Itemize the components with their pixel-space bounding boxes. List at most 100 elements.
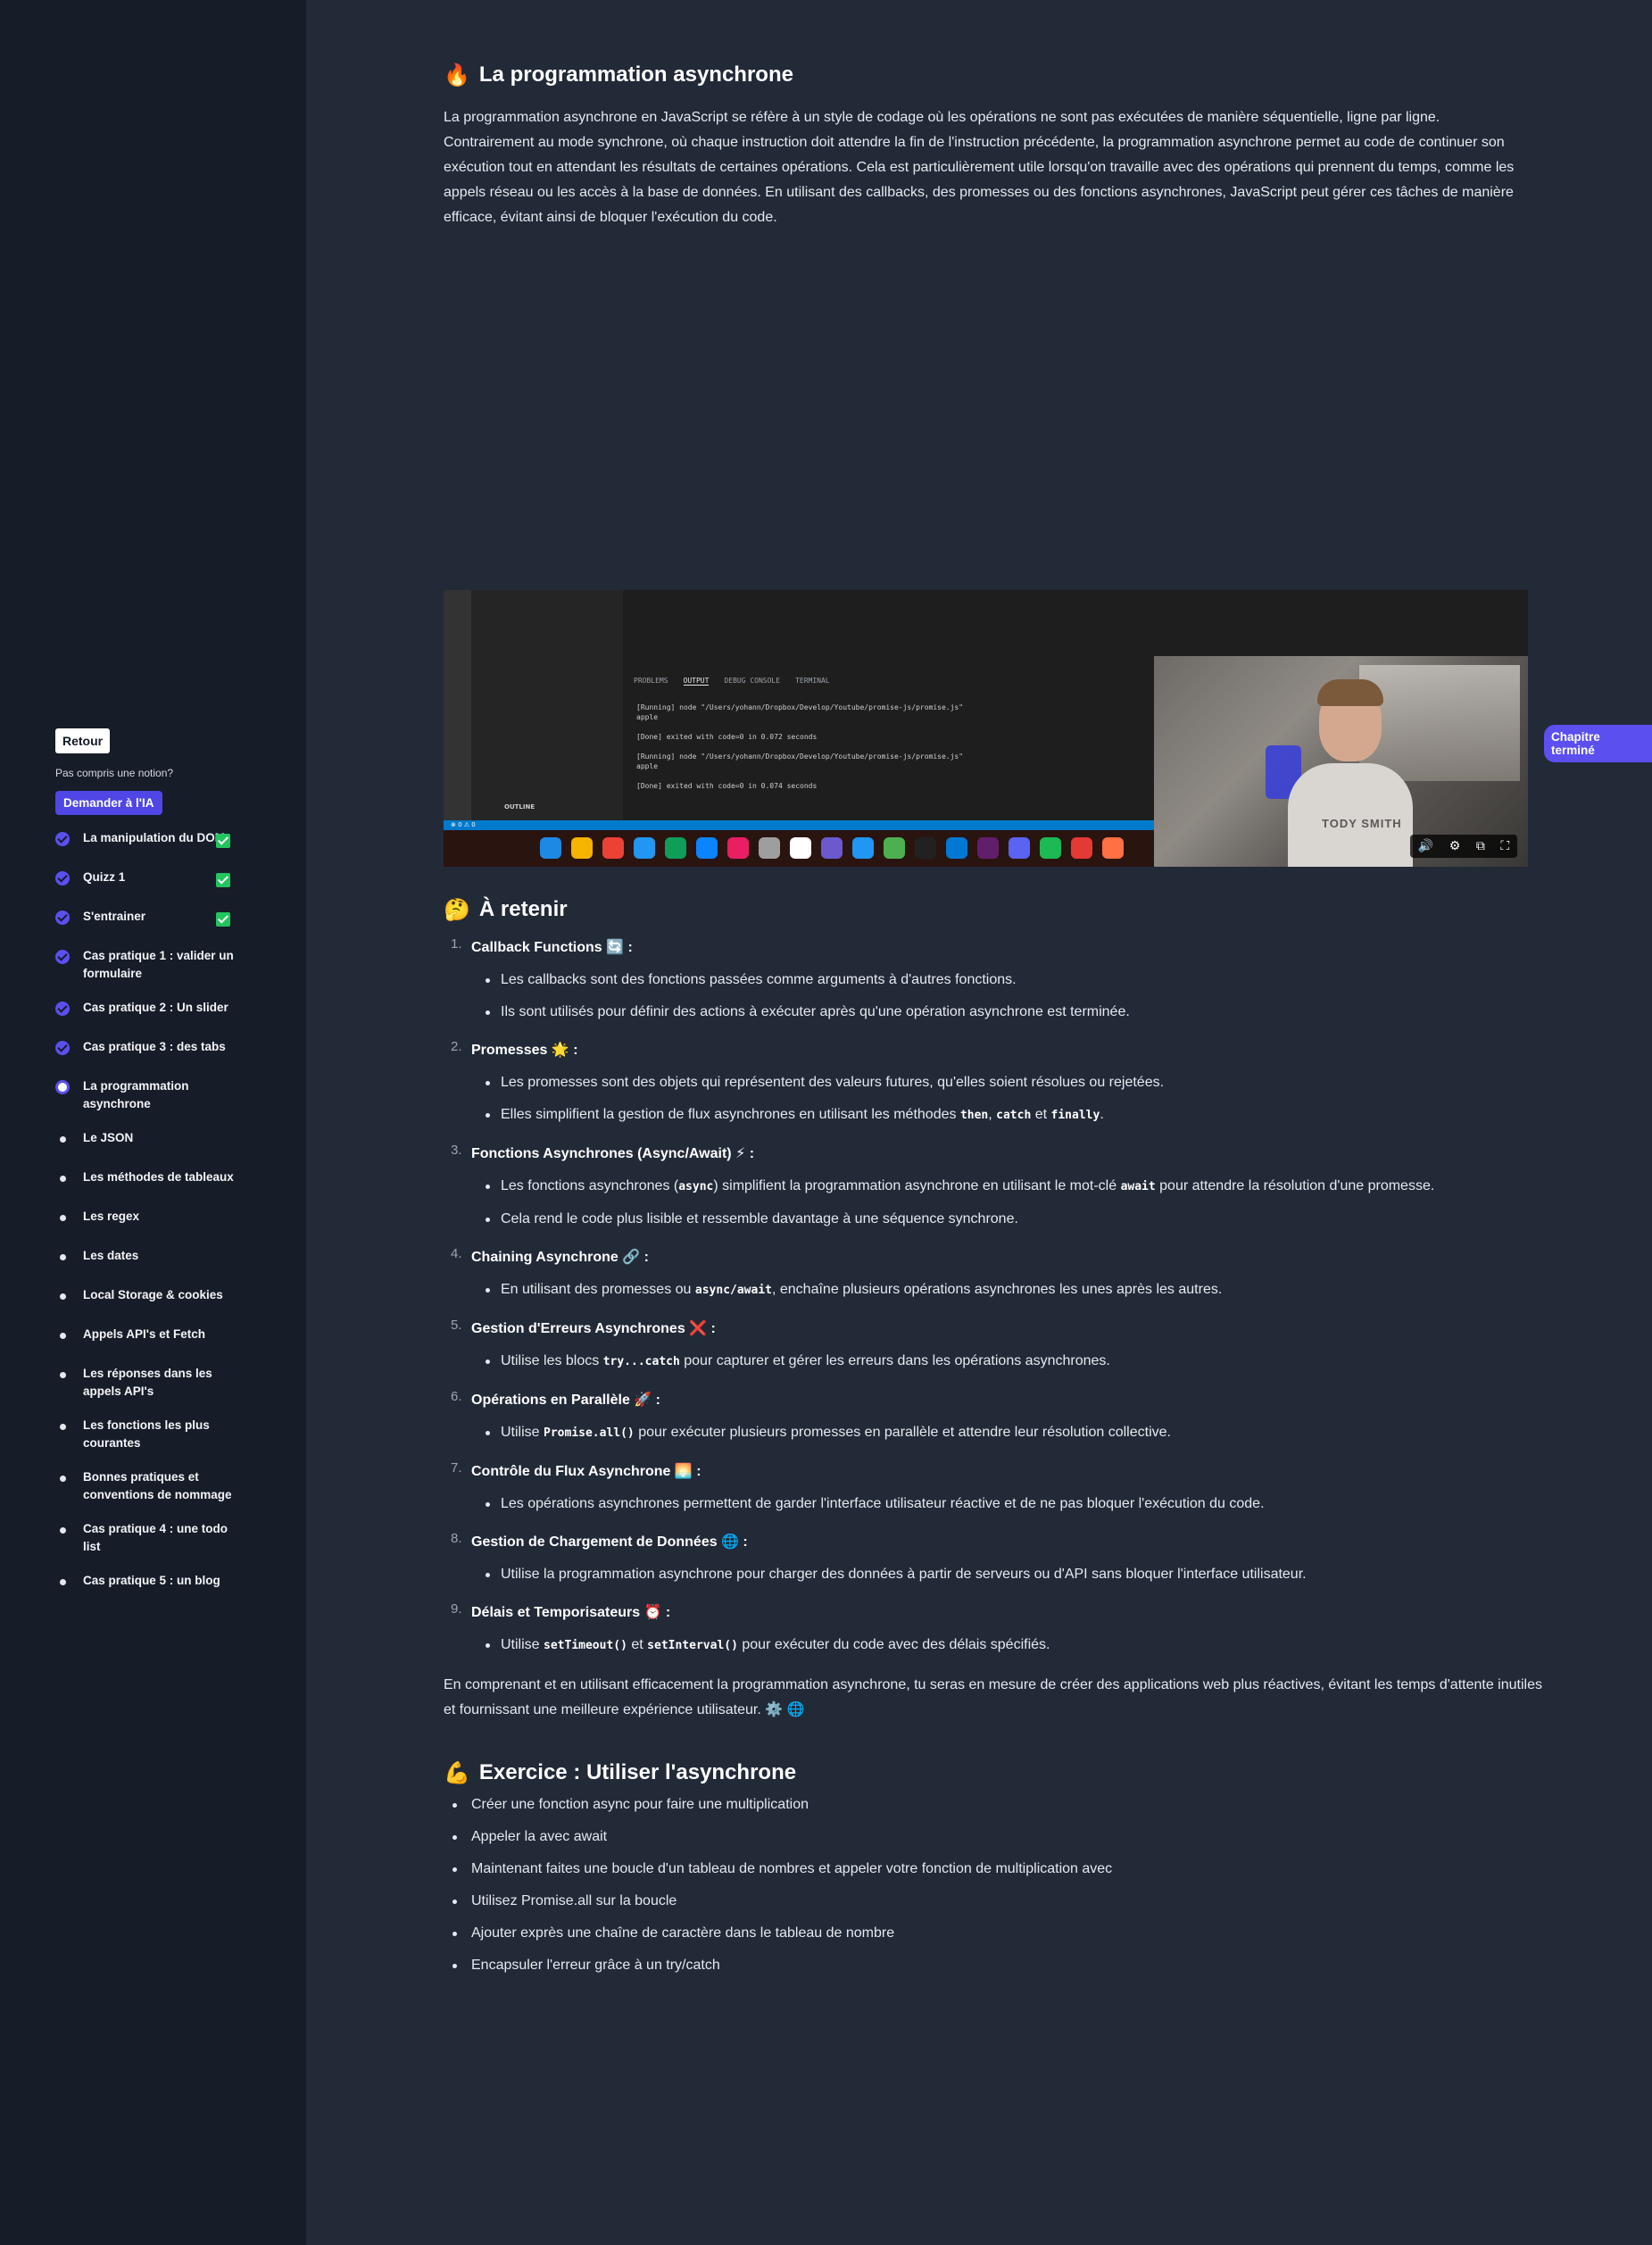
sidebar-course-item[interactable]: La manipulation du DOM xyxy=(55,829,278,848)
sidebar-course-item[interactable]: Bonnes pratiques et conventions de nomma… xyxy=(55,1468,278,1504)
sidebar-course-item[interactable]: Les dates xyxy=(55,1247,278,1265)
sidebar-course-item[interactable]: Les méthodes de tableaux xyxy=(55,1168,278,1186)
inline-code: finally xyxy=(1050,1109,1100,1122)
completed-icon xyxy=(55,950,70,964)
settings-icon[interactable]: ⚙ xyxy=(1449,839,1461,853)
pending-dot-icon xyxy=(55,1368,70,1382)
key-points-list: 1. Callback Functions 🔄 : Les callbacks so… xyxy=(444,936,1550,1657)
dock-app-icon xyxy=(1040,837,1061,859)
completed-icon xyxy=(55,1041,70,1055)
key-point-title: Délais et Temporisateurs ⏰ : xyxy=(471,1603,671,1620)
dock-app-icon xyxy=(852,837,874,859)
dock-app-icon xyxy=(759,837,780,859)
sidebar-course-item[interactable]: Le JSON xyxy=(55,1129,278,1147)
thinking-icon: 🤔 xyxy=(444,897,470,922)
key-point-number: 9. xyxy=(451,1601,462,1617)
dock-app-icon xyxy=(634,837,655,859)
exercise-list: Créer une fonction async pour faire une … xyxy=(444,1794,1550,1976)
sidebar: Retour Pas compris une notion? Demander … xyxy=(0,0,306,2245)
presenter-body xyxy=(1288,763,1413,867)
bullet-item: Elles simplifient la gestion de flux asy… xyxy=(471,1104,1550,1127)
key-point-emoji-icon: 🌟 xyxy=(551,1041,569,1058)
key-points-title: 🤔 À retenir xyxy=(444,897,1550,922)
sidebar-course-item[interactable]: Local Storage & cookies xyxy=(55,1286,278,1304)
key-point-bullets: Utilise Promise.all() pour exécuter plus… xyxy=(471,1422,1550,1444)
video-player[interactable]: OUTLINE PROBLEMS OUTPUT DEBUG CONSOLE TERMI… xyxy=(444,590,1528,867)
pending-dot-icon xyxy=(55,1575,70,1589)
key-points-section: 🤔 À retenir 1. Callback Functions 🔄 : Les … xyxy=(444,897,1550,1987)
exercise-item: Créer une fonction async pour faire une … xyxy=(444,1794,1550,1816)
pending-dot-icon xyxy=(55,1289,70,1303)
inline-code: setInterval() xyxy=(647,1639,738,1652)
bullet-item: Les opérations asynchrones permettent de… xyxy=(471,1493,1550,1515)
conclusion-paragraph: En comprenant et en utilisant efficaceme… xyxy=(444,1677,1542,1717)
exercise-item: Utilisez Promise.all sur la boucle xyxy=(444,1891,1550,1912)
chapter-done-button[interactable]: Chapitre terminé xyxy=(1544,725,1652,762)
sidebar-course-item[interactable]: Cas pratique 1 : valider un formulaire xyxy=(55,947,278,983)
dock-app-icon xyxy=(884,837,905,859)
presenter-hair xyxy=(1317,679,1383,706)
sidebar-course-item[interactable]: S'entrainer xyxy=(55,908,278,927)
dock-app-icon xyxy=(977,837,999,859)
key-point-emoji-icon: 🔄 xyxy=(606,938,625,955)
dock-app-icon xyxy=(696,837,718,859)
volume-icon[interactable]: 🔊 xyxy=(1418,839,1433,853)
pip-icon[interactable]: ⧉ xyxy=(1476,839,1485,853)
editor-sidebar: OUTLINE xyxy=(471,590,623,820)
sidebar-course-item[interactable]: Les fonctions les plus courantes xyxy=(55,1417,278,1452)
sidebar-course-item[interactable]: Appels API's et Fetch xyxy=(55,1326,278,1343)
current-step-icon xyxy=(55,1080,70,1094)
dock-app-icon xyxy=(1102,837,1124,859)
panel-tab: DEBUG CONSOLE xyxy=(724,677,781,685)
inline-code: async/await xyxy=(694,1284,772,1297)
key-point-bullets: En utilisant des promesses ou async/awai… xyxy=(471,1279,1550,1301)
inline-code: Promise.all() xyxy=(544,1426,635,1440)
inline-code: async xyxy=(678,1180,714,1193)
key-point-item: 1. Callback Functions 🔄 : Les callbacks so… xyxy=(444,936,1550,1023)
key-point-emoji-icon: ❌ xyxy=(689,1319,708,1336)
key-point-emoji-icon: 🔗 xyxy=(622,1248,641,1265)
status-text: ⊗ 0 ⚠ 0 xyxy=(451,821,476,828)
editor-activity-bar xyxy=(444,590,471,820)
pending-dot-icon xyxy=(55,1210,70,1225)
bullet-item: Utilise Promise.all() pour exécuter plus… xyxy=(471,1422,1550,1444)
panel-tab: OUTPUT xyxy=(683,677,710,686)
sidebar-course-item[interactable]: Les réponses dans les appels API's xyxy=(55,1365,278,1401)
key-point-item: 8. Gestion de Chargement de Données 🌐 : Ut… xyxy=(444,1531,1550,1585)
fullscreen-icon[interactable]: ⛶ xyxy=(1500,839,1509,853)
dock-app-icon xyxy=(727,837,749,859)
exercise-item: Maintenant faites une boucle d'un tablea… xyxy=(444,1858,1550,1880)
shirt-text: TODY SMITH xyxy=(1322,817,1402,830)
back-button[interactable]: Retour xyxy=(55,728,111,753)
bullet-item: En utilisant des promesses ou async/awai… xyxy=(471,1279,1550,1301)
exercise-item: Encapsuler l'erreur grâce à un try/catch xyxy=(444,1955,1550,1976)
editor-status-bar: ⊗ 0 ⚠ 0 xyxy=(444,820,1158,830)
sidebar-course-item[interactable]: Cas pratique 5 : un blog xyxy=(55,1572,278,1590)
key-point-emoji-icon: 🌐 xyxy=(721,1533,739,1550)
bullet-item: Les promesses sont des objets qui représ… xyxy=(471,1072,1550,1093)
key-point-number: 7. xyxy=(451,1460,462,1476)
bullet-item: Les callbacks sont des fonctions passées… xyxy=(471,969,1550,991)
key-point-emoji-icon: 🌅 xyxy=(674,1462,693,1479)
completed-icon xyxy=(55,871,70,886)
exercise-item: Ajouter exprès une chaîne de caractère d… xyxy=(444,1923,1550,1944)
sidebar-course-item[interactable]: Cas pratique 4 : une todo list xyxy=(55,1520,278,1556)
sidebar-course-item[interactable]: Les regex xyxy=(55,1208,278,1226)
sidebar-course-item[interactable]: Cas pratique 3 : des tabs xyxy=(55,1038,278,1056)
bullet-item: Les fonctions asynchrones (async) simpli… xyxy=(471,1176,1550,1198)
course-item-label: La programmation asynchrone xyxy=(83,1079,189,1110)
dock-app-icon xyxy=(1071,837,1092,859)
key-point-bullets: Utilise les blocs try...catch pour captu… xyxy=(471,1351,1550,1373)
dock-app-icon xyxy=(602,837,624,859)
ask-ai-button[interactable]: Demander à l'IA xyxy=(55,791,162,815)
course-item-label: Cas pratique 5 : un blog xyxy=(83,1574,220,1587)
sidebar-course-item[interactable]: Cas pratique 2 : Un slider xyxy=(55,999,278,1017)
checkbox-checked-icon xyxy=(216,912,230,927)
key-point-item: 6. Opérations en Parallèle 🚀 : Utilise Pro… xyxy=(444,1389,1550,1444)
sidebar-course-item[interactable]: La programmation asynchrone xyxy=(55,1077,278,1113)
sidebar-course-item[interactable]: Quizz 1 xyxy=(55,869,278,887)
course-item-label: Cas pratique 1 : valider un formulaire xyxy=(83,949,234,980)
course-item-label: Les réponses dans les appels API's xyxy=(83,1367,212,1398)
key-point-title: Fonctions Asynchrones (Async/Await) ⚡ : xyxy=(471,1144,755,1161)
key-point-emoji-icon: 🚀 xyxy=(634,1391,652,1408)
